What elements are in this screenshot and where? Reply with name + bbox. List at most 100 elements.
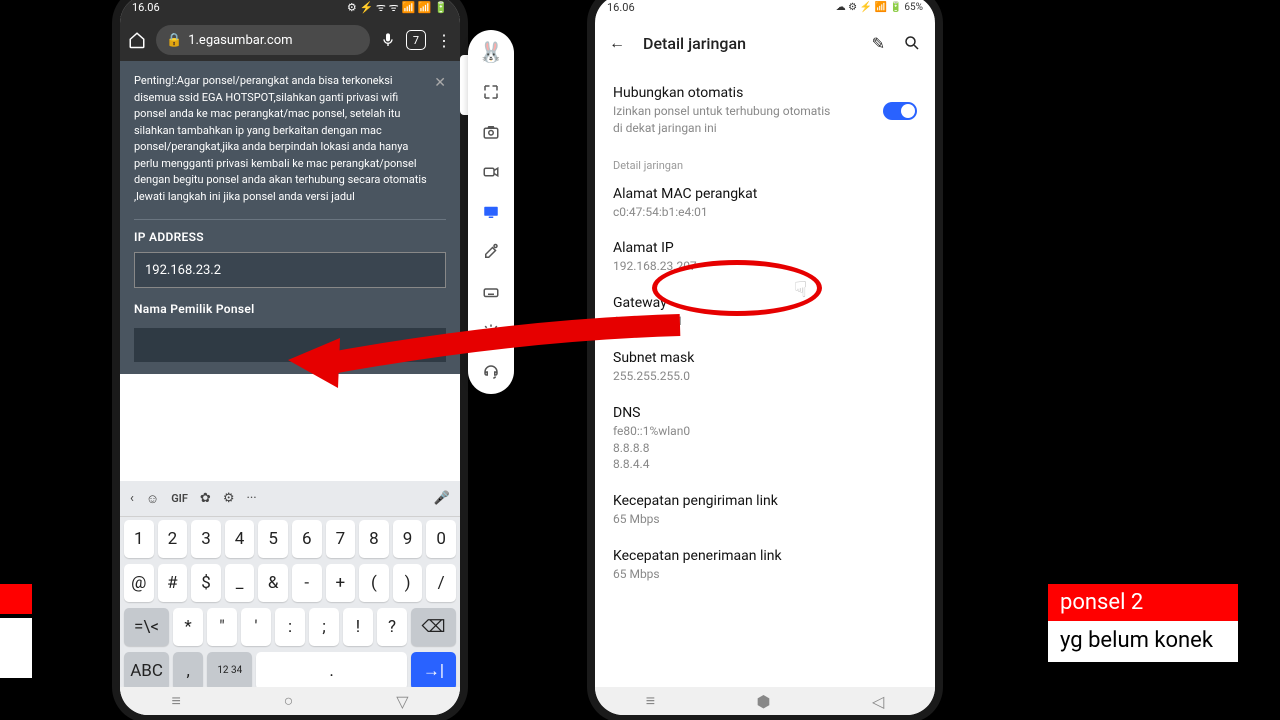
key[interactable]: ' xyxy=(241,608,271,646)
key[interactable]: / xyxy=(426,564,456,602)
home-icon[interactable] xyxy=(128,31,146,49)
item-label: Alamat MAC perangkat xyxy=(613,186,917,202)
kb-mic-icon[interactable]: 🎤 xyxy=(434,491,450,506)
item-label: Gateway xyxy=(613,295,917,311)
key[interactable]: 7 xyxy=(326,520,356,558)
annotation-label: ponsel 2 yg belum konek xyxy=(1048,584,1238,662)
edit-icon[interactable]: ✎ xyxy=(872,34,885,53)
url-bar[interactable]: 🔒 1.egasumbar.com xyxy=(156,25,370,55)
side-tab-right[interactable] xyxy=(935,95,943,155)
headset-icon[interactable] xyxy=(481,362,501,382)
kb-emoji-icon[interactable]: ☺ xyxy=(146,491,159,507)
gear-icon[interactable] xyxy=(481,322,501,342)
nav-back-icon[interactable]: ▽ xyxy=(396,692,408,711)
decorative-bars xyxy=(0,584,32,678)
key[interactable]: 9 xyxy=(393,520,423,558)
url-text: 1.egasumbar.com xyxy=(188,33,292,48)
page-content: Penting!:Agar ponsel/perangkat anda bisa… xyxy=(120,61,460,374)
label-title: ponsel 2 xyxy=(1048,584,1238,621)
key[interactable]: ! xyxy=(343,608,373,646)
side-tab-left[interactable] xyxy=(460,55,468,115)
key[interactable]: 4 xyxy=(225,520,255,558)
key[interactable]: # xyxy=(158,564,188,602)
key[interactable]: →| xyxy=(411,652,456,690)
mascot-icon[interactable]: 🐰 xyxy=(481,42,501,62)
item-value: 65 Mbps xyxy=(613,566,917,583)
key[interactable]: =\< xyxy=(124,608,169,646)
item-value: 192.168.23.207 xyxy=(613,258,917,275)
key[interactable]: " xyxy=(207,608,237,646)
key[interactable]: * xyxy=(173,608,203,646)
android-navbar: ≡ ⬢ ◁ xyxy=(595,687,935,715)
close-icon[interactable]: ✕ xyxy=(434,73,446,94)
key[interactable]: ? xyxy=(377,608,407,646)
browser-toolbar: 🔒 1.egasumbar.com 7 ⋮ xyxy=(120,19,460,61)
menu-icon[interactable]: ⋮ xyxy=(436,31,452,50)
key[interactable]: + xyxy=(326,564,356,602)
expand-icon[interactable] xyxy=(481,82,501,102)
kb-settings-icon[interactable]: ✿ xyxy=(200,491,211,506)
key[interactable]: ( xyxy=(359,564,389,602)
android-navbar: ≡ ○ ▽ xyxy=(120,687,460,715)
item-label: Kecepatan penerimaan link xyxy=(613,548,917,564)
detail-item: Alamat IP 192.168.23.207 xyxy=(613,230,917,285)
section-label: Detail jaringan xyxy=(613,159,917,172)
search-icon[interactable] xyxy=(903,34,921,52)
kb-back-icon[interactable]: ‹ xyxy=(130,491,134,506)
key[interactable]: 0 xyxy=(426,520,456,558)
brush-icon[interactable] xyxy=(481,242,501,262)
kb-translate-icon[interactable]: ⚙ xyxy=(223,491,235,506)
item-label: Alamat IP xyxy=(613,240,917,256)
kb-more-icon[interactable]: ··· xyxy=(246,491,256,506)
camera-icon[interactable] xyxy=(481,122,501,142)
key[interactable]: , xyxy=(173,652,203,690)
item-label: Kecepatan pengiriman link xyxy=(613,493,917,509)
key[interactable]: & xyxy=(258,564,288,602)
key[interactable]: 6 xyxy=(292,520,322,558)
keyboard-toolbar: ‹ ☺ GIF ✿ ⚙ ··· 🎤 xyxy=(120,481,460,517)
nav-home-icon[interactable]: ○ xyxy=(284,691,294,711)
key[interactable]: _ xyxy=(225,564,255,602)
name-input[interactable] xyxy=(134,328,446,362)
key[interactable]: : xyxy=(275,608,305,646)
key[interactable]: 5 xyxy=(258,520,288,558)
key[interactable]: @ xyxy=(124,564,154,602)
key[interactable]: - xyxy=(292,564,322,602)
detail-item: Alamat MAC perangkatc0:47:54:b1:e4:01 xyxy=(613,176,917,231)
monitor-icon[interactable] xyxy=(481,202,501,222)
key[interactable]: ABC xyxy=(124,652,169,690)
key[interactable]: ; xyxy=(309,608,339,646)
keyboard: ‹ ☺ GIF ✿ ⚙ ··· 🎤 1234567890 @#$_&-+()/ … xyxy=(120,481,460,715)
key[interactable]: ⌫ xyxy=(411,608,456,646)
detail-item: Gateway192.168.23.1 xyxy=(613,285,917,340)
detail-items: Alamat MAC perangkatc0:47:54:b1:e4:01Ala… xyxy=(613,176,917,593)
item-value: 255.255.255.0 xyxy=(613,368,917,385)
phone-1: 16.06 ⚙ ⚡ ᯤ ᯤ 📶 📶 🔋 🔒 1.egasumbar.com 7 … xyxy=(120,0,460,715)
ip-input[interactable] xyxy=(134,252,446,288)
key[interactable]: ) xyxy=(393,564,423,602)
nav-back-icon[interactable]: ◁ xyxy=(872,692,884,711)
back-icon[interactable]: ← xyxy=(609,33,625,53)
ip-label: IP ADDRESS xyxy=(134,230,446,244)
kb-gif[interactable]: GIF xyxy=(171,492,188,505)
key[interactable]: 12 34 xyxy=(207,652,252,690)
lock-icon: 🔒 xyxy=(166,33,182,48)
video-icon[interactable] xyxy=(481,162,501,182)
status-time: 16.06 xyxy=(132,1,160,14)
page-title: Detail jaringan xyxy=(643,34,854,53)
key[interactable]: . xyxy=(256,652,406,690)
key[interactable]: 3 xyxy=(191,520,221,558)
tab-count[interactable]: 7 xyxy=(406,30,426,50)
key[interactable]: 1 xyxy=(124,520,154,558)
keyboard-row-3: =\<*"':;!?⌫ xyxy=(120,605,460,649)
key[interactable]: 8 xyxy=(359,520,389,558)
nav-recent-icon[interactable]: ≡ xyxy=(646,691,655,711)
nav-home-icon[interactable]: ⬢ xyxy=(757,692,771,711)
auto-toggle[interactable] xyxy=(883,102,917,120)
mic-icon[interactable] xyxy=(380,32,396,48)
keyboard-dock-icon[interactable] xyxy=(481,282,501,302)
auto-connect-row[interactable]: Hubungkan otomatis Izinkan ponsel untuk … xyxy=(613,75,917,147)
key[interactable]: $ xyxy=(191,564,221,602)
nav-recent-icon[interactable]: ≡ xyxy=(171,691,180,711)
key[interactable]: 2 xyxy=(158,520,188,558)
